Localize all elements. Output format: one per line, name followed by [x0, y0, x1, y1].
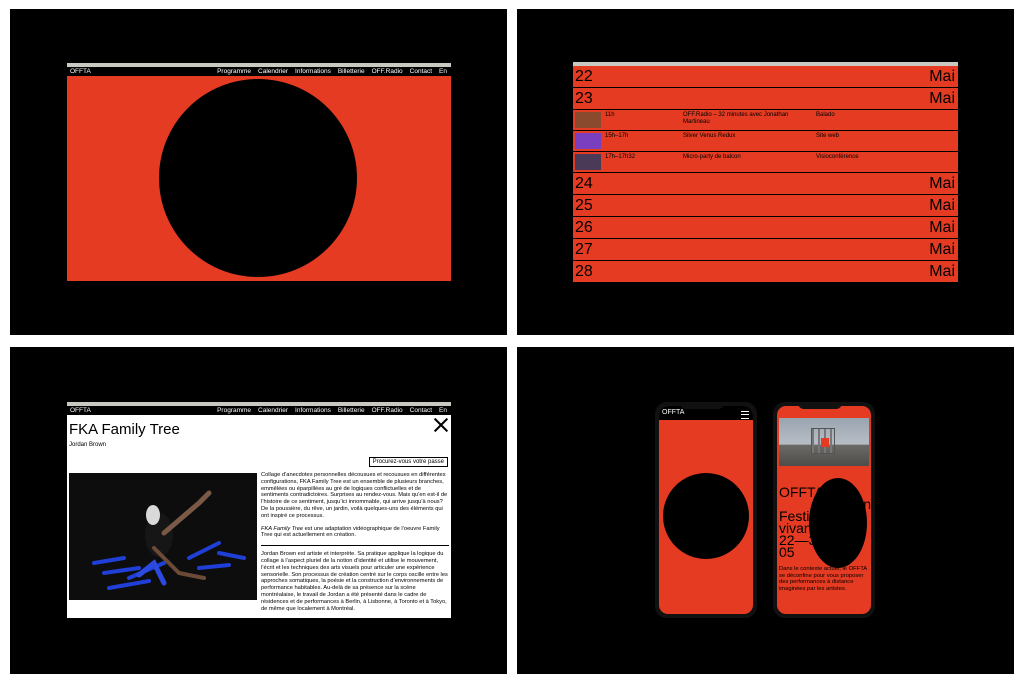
performance-photo [69, 473, 257, 600]
festival-photo [779, 418, 869, 466]
day-month: Mai [929, 263, 955, 280]
day-month: Mai [929, 90, 955, 107]
artist-bio: Jordan Brown est artiste et interprète. … [261, 551, 448, 612]
phone-home: OFFTA [655, 402, 757, 618]
nav-informations[interactable]: Informations [295, 67, 331, 76]
work-title: FKA Family Tree [261, 525, 304, 532]
day-month: Mai [929, 197, 955, 214]
nav-language[interactable]: En [439, 406, 447, 415]
nav-language[interactable]: En [439, 67, 447, 76]
day-row[interactable]: 22 Mai [573, 66, 958, 88]
photo-orange-accent [821, 438, 829, 447]
day-row[interactable]: 26 Mai [573, 217, 958, 239]
buy-pass-button[interactable]: Procurez-vous votre passe [368, 457, 448, 467]
nav-contact[interactable]: Contact [410, 67, 432, 76]
day-number: 22 [575, 68, 593, 85]
event-type: Balado [816, 112, 835, 118]
event-time: 17h–17h32 [605, 154, 636, 160]
day-row[interactable]: 28 Mai [573, 261, 958, 282]
day-row[interactable]: 27 Mai [573, 239, 958, 261]
phone-festival: OFFTA 14e édition Festival d’arts vivant… [773, 402, 875, 618]
article-paragraph: Collage d’anecdotes personnelles décousu… [261, 472, 448, 519]
phone-screen: OFFTA [659, 406, 753, 614]
event-thumbnail [575, 112, 601, 128]
event-title[interactable]: OFF.Radio – 32 minutes avec Jonathan Mar… [683, 112, 808, 126]
nav-bar: OFFTA Programme Calendrier Informations … [67, 406, 451, 415]
hero-circle [159, 79, 357, 277]
headline-line: 05 20 [779, 544, 842, 560]
event-title[interactable]: Micro-party de balcon [683, 154, 808, 161]
nav-contact[interactable]: Contact [410, 406, 432, 415]
event-thumbnail [575, 154, 601, 170]
festival-headline: OFFTA 14e édition Festival d’arts vivant… [779, 485, 871, 560]
day-row[interactable]: 25 Mai [573, 195, 958, 217]
dancer-image [69, 473, 257, 600]
logo[interactable]: OFFTA [70, 406, 91, 415]
day-month: Mai [929, 219, 955, 236]
logo[interactable]: OFFTA [662, 408, 684, 418]
home-screen: OFFTA Programme Calendrier Informations … [67, 63, 451, 281]
nav-calendrier[interactable]: Calendrier [258, 67, 288, 76]
nav-billetterie[interactable]: Billetterie [338, 67, 365, 76]
nav-offradio[interactable]: OFF.Radio [372, 406, 403, 415]
article-title: FKA Family Tree [69, 421, 180, 438]
hamburger-menu-icon[interactable] [741, 411, 749, 419]
article-paragraph: FKA Family Tree est une adaptation vidéo… [261, 526, 449, 540]
event-time: 11h [605, 112, 615, 118]
panel-home-desktop: OFFTA Programme Calendrier Informations … [10, 9, 507, 335]
event-row[interactable]: 11h OFF.Radio – 32 minutes avec Jonathan… [573, 110, 958, 131]
day-row[interactable]: 24 Mai [573, 173, 958, 195]
article-body: Collage d’anecdotes personnelles décousu… [261, 472, 449, 618]
day-month: Mai [929, 175, 955, 192]
calendar-screen: 22 Mai 23 Mai 11h OFF.Radio – 32 minutes… [573, 62, 958, 282]
day-number: 27 [575, 241, 593, 258]
phone-notch [798, 402, 842, 409]
event-row[interactable]: 15h–17h Silver Venus Redux Site web [573, 131, 958, 152]
nav-bar: OFFTA Programme Calendrier Informations … [67, 67, 451, 76]
nav-programme[interactable]: Programme [217, 67, 251, 76]
nav-links: Programme Calendrier Informations Billet… [217, 406, 447, 415]
event-title[interactable]: Silver Venus Redux [683, 133, 808, 140]
day-row[interactable]: 23 Mai [573, 88, 958, 110]
panel-mobile [517, 347, 1014, 674]
close-icon[interactable] [434, 418, 448, 432]
phone-screen: OFFTA 14e édition Festival d’arts vivant… [777, 406, 871, 614]
logo[interactable]: OFFTA [70, 67, 91, 76]
nav-programme[interactable]: Programme [217, 406, 251, 415]
nav-calendrier[interactable]: Calendrier [258, 406, 288, 415]
event-type: Site web [816, 133, 840, 139]
day-month: Mai [929, 241, 955, 258]
day-number: 26 [575, 219, 593, 236]
day-month: Mai [929, 68, 955, 85]
article-screen: OFFTA Programme Calendrier Informations … [67, 402, 451, 618]
nav-offradio[interactable]: OFF.Radio [372, 67, 403, 76]
day-number: 28 [575, 263, 593, 280]
nav-links: Programme Calendrier Informations Billet… [217, 67, 447, 76]
article-author: Jordan Brown [69, 442, 107, 448]
nav-billetterie[interactable]: Billetterie [338, 406, 365, 415]
day-number: 23 [575, 90, 593, 107]
event-thumbnail [575, 133, 601, 149]
event-type: Visioconférence [816, 154, 859, 160]
event-row[interactable]: 17h–17h32 Micro-party de balcon Visiocon… [573, 152, 958, 173]
festival-description: Dans le contexte actuel, le OFFTA se déc… [779, 566, 867, 592]
hamburger-menu-icon-mid [741, 414, 749, 415]
divider [261, 545, 449, 547]
phone-notch [680, 402, 724, 409]
day-number: 24 [575, 175, 593, 192]
nav-informations[interactable]: Informations [295, 406, 331, 415]
day-number: 25 [575, 197, 593, 214]
calendar-list: 22 Mai 23 Mai 11h OFF.Radio – 32 minutes… [573, 66, 958, 282]
hero-circle [663, 473, 749, 559]
event-time: 15h–17h [605, 133, 629, 139]
